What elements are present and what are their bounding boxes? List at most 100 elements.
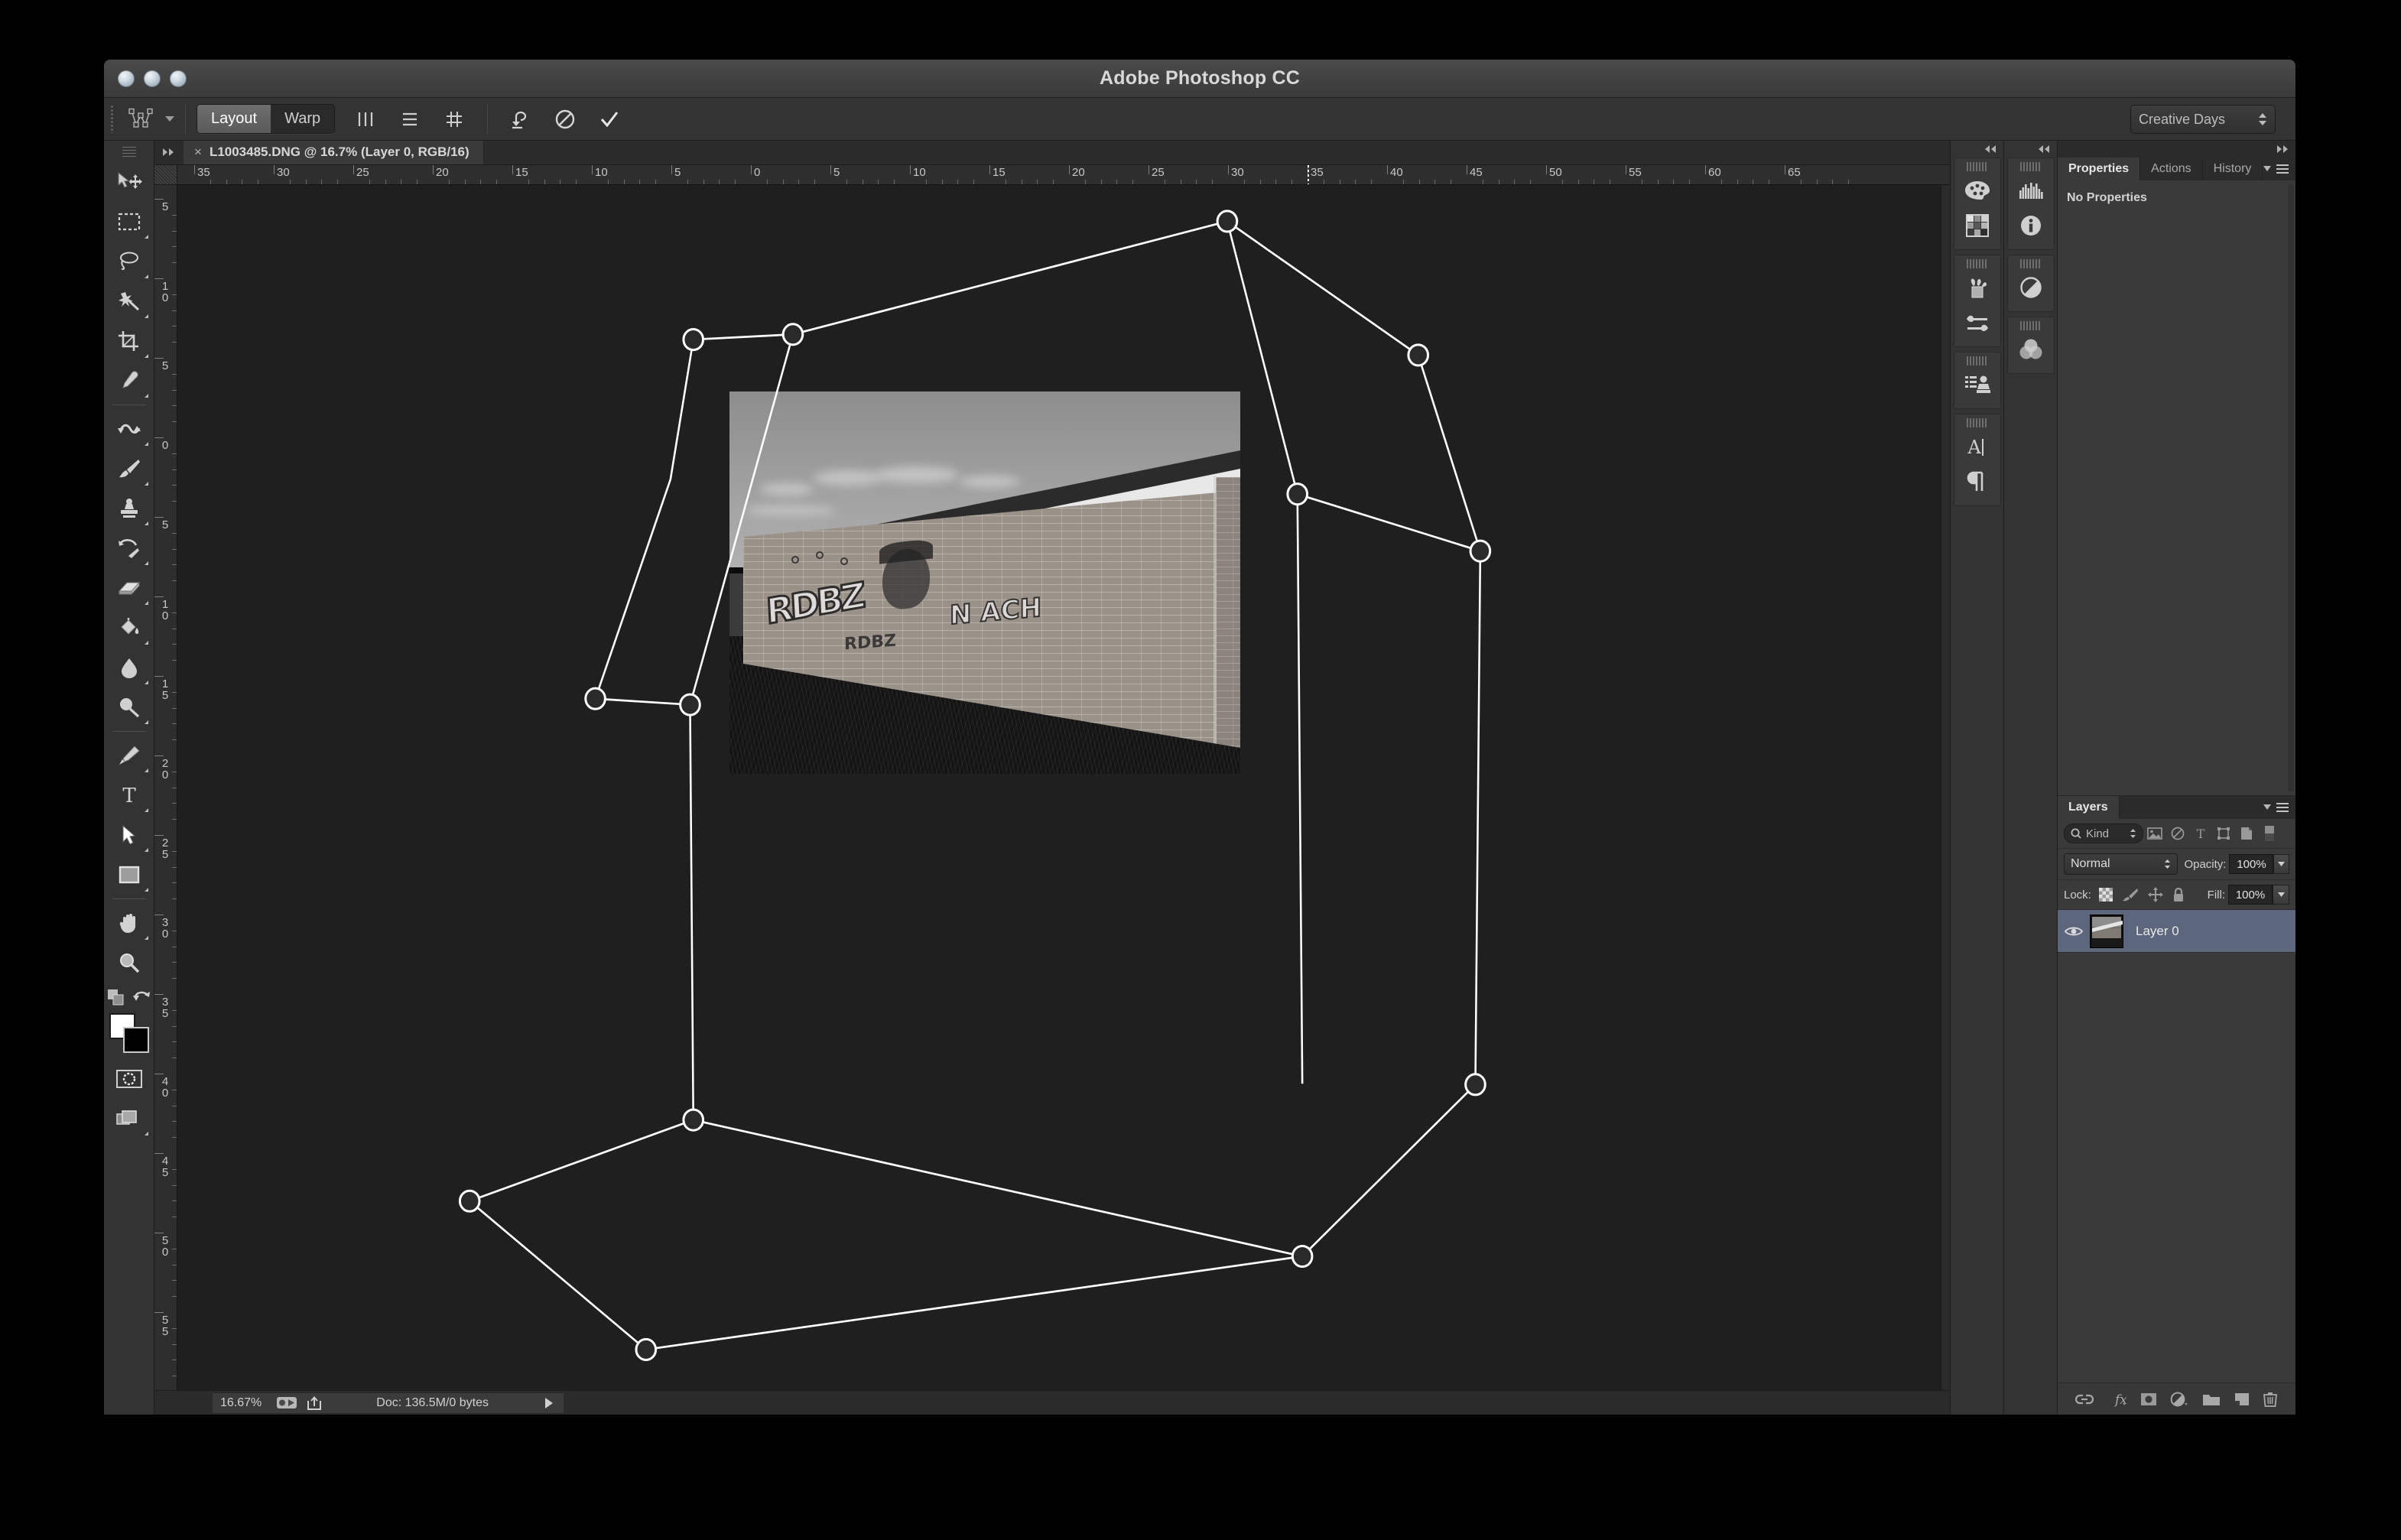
horizontal-guides-icon[interactable] [390,102,430,136]
opacity-dropdown[interactable] [2273,854,2289,874]
filter-smart-icon[interactable] [2235,824,2258,843]
fill-dropdown[interactable] [2273,885,2289,905]
move-tool[interactable] [107,162,151,202]
delete-layer-icon[interactable] [2263,1392,2278,1407]
screen-mode-icon[interactable] [107,1099,151,1139]
filter-pixel-icon[interactable] [2143,824,2166,843]
link-layers-icon[interactable] [2074,1393,2094,1405]
rectangle-tool[interactable] [107,855,151,895]
eraser-tool[interactable] [107,568,151,608]
type-tool[interactable]: T [107,775,151,815]
filter-adjustment-icon[interactable] [2166,824,2189,843]
background-color-swatch[interactable] [122,1027,149,1053]
horizontal-ruler[interactable]: 35 30 25 20 15 10 5 0 5 10 15 20 25 30 35 40 45 50 55 60 65 [177,165,1950,185]
adjustment-layer-icon[interactable] [2170,1392,2188,1407]
adjustments-icon[interactable] [2010,270,2052,305]
quick-mask-icon[interactable] [107,1059,151,1099]
pen-tool[interactable] [107,736,151,775]
close-icon[interactable]: × [194,145,202,160]
new-group-icon[interactable] [2202,1392,2221,1406]
canvas[interactable]: RDBZ N ACH RDBZ [177,185,1941,1390]
color-palette-icon[interactable] [1957,173,1998,208]
dock-grip[interactable] [2019,162,2042,171]
chevron-down-icon[interactable] [2263,804,2271,811]
lock-position-icon[interactable] [2147,887,2163,902]
panel-menu-icon[interactable] [2276,164,2289,174]
commit-icon[interactable] [590,102,629,136]
rectangular-marquee-tool[interactable] [107,202,151,242]
tab-properties[interactable]: Properties [2058,158,2141,180]
vertical-guides-icon[interactable] [346,102,385,136]
zoom-level-field[interactable]: 16.67% [213,1392,270,1413]
channels-venn-icon[interactable] [2010,332,2052,367]
new-layer-icon[interactable] [2234,1392,2250,1406]
collapse-panels-left-icon[interactable] [154,140,184,164]
paragraph-panel-icon[interactable] [1957,464,1998,499]
options-bar-grip[interactable] [110,105,113,133]
dock-grip[interactable] [1966,418,1988,427]
dock-grip[interactable] [1966,259,1988,268]
share-icon[interactable] [307,1395,323,1410]
filter-shape-icon[interactable] [2212,824,2235,843]
collapse-dock-b[interactable] [2004,141,2057,158]
stepper-icon[interactable] [2258,112,2267,126]
panel-menu-icon[interactable] [2276,802,2289,813]
clone-source-icon[interactable] [1957,367,1998,402]
layer-row-layer-0[interactable]: Layer 0 [2058,910,2295,953]
blend-mode-select[interactable]: Normal [2064,853,2178,875]
filter-kind-field[interactable]: Kind [2064,824,2143,843]
undo-icon[interactable] [501,102,541,136]
brush-tool[interactable] [107,449,151,489]
stepper-icon[interactable] [2130,828,2136,839]
layer-thumbnail[interactable] [2090,914,2123,948]
lock-transparency-icon[interactable] [2098,888,2113,902]
magic-wand-tool[interactable] [107,281,151,321]
status-expand-arrow[interactable] [534,1392,564,1413]
layout-mode-button[interactable]: Layout [197,105,271,133]
more-tools-icon[interactable] [107,989,125,1006]
filter-toggle-icon[interactable] [2258,824,2281,843]
tab-layers[interactable]: Layers [2058,796,2120,819]
fill-value[interactable]: 100% [2228,885,2273,905]
lock-all-icon[interactable] [2172,887,2185,902]
dock-grip[interactable] [2019,259,2042,268]
layer-style-fx-icon[interactable]: fx [2107,1392,2126,1407]
character-panel-icon[interactable]: A [1957,429,1998,464]
ruler-origin[interactable] [154,165,177,185]
status-icons[interactable] [269,1392,331,1413]
path-selection-tool[interactable] [107,815,151,855]
collapse-dock-a[interactable] [1951,141,2003,158]
layer-visibility-toggle[interactable] [2058,925,2090,937]
crop-tool[interactable] [107,321,151,361]
filter-type-icon[interactable]: T [2189,824,2212,843]
grid-icon[interactable] [434,102,474,136]
info-icon[interactable] [2010,208,2052,243]
color-swatches[interactable] [108,1013,151,1056]
blur-tool[interactable] [107,648,151,687]
histogram-icon[interactable] [2010,173,2052,208]
brush-presets-icon[interactable] [1957,270,1998,305]
canvas-vertical-scrollbar[interactable] [1941,185,1950,1390]
zoom-button[interactable] [170,70,187,87]
minimize-button[interactable] [144,70,161,87]
tab-history[interactable]: History [2202,158,2263,180]
toolbar-grip[interactable] [122,147,136,158]
warp-mode-button[interactable]: Warp [271,105,335,133]
hand-tool[interactable] [107,903,151,943]
history-brush-tool[interactable] [107,528,151,568]
opacity-value[interactable]: 100% [2229,854,2274,874]
dock-grip[interactable] [2019,321,2042,330]
chevron-down-icon[interactable] [165,116,174,122]
healing-brush-tool[interactable] [107,409,151,449]
swatches-grid-icon[interactable] [1957,208,1998,243]
brush-settings-icon[interactable] [1957,305,1998,340]
vertical-ruler[interactable]: 5105051015202530354045505560 [154,185,177,1390]
dock-grip[interactable] [1966,356,1988,366]
swap-colors-icon[interactable] [132,989,151,1006]
tab-actions[interactable]: Actions [2140,158,2203,180]
clone-stamp-tool[interactable] [107,489,151,528]
chevron-down-icon[interactable] [2263,166,2271,172]
paint-bucket-tool[interactable] [107,608,151,648]
puppet-warp-icon[interactable] [121,102,161,136]
zoom-tool[interactable] [107,943,151,983]
